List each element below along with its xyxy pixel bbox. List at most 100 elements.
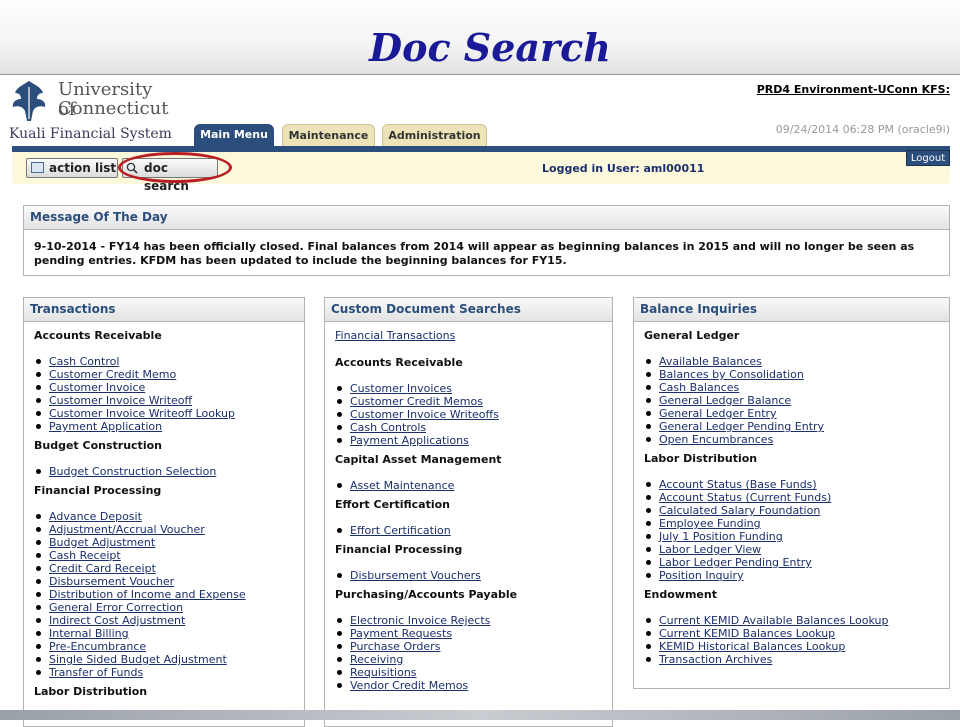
custom-searches-sections: Accounts Receivable Customer Invoices Cust… bbox=[335, 356, 612, 692]
menu-link[interactable]: Employee Funding bbox=[644, 517, 949, 530]
section-heading: Purchasing/Accounts Payable bbox=[335, 588, 518, 601]
menu-link[interactable]: KEMID Historical Balances Lookup bbox=[644, 640, 949, 653]
financial-transactions-link[interactable]: Financial Transactions bbox=[335, 329, 612, 342]
menu-link[interactable]: Customer Credit Memos bbox=[335, 395, 612, 408]
link-list: Cash Control Customer Credit Memo Customer… bbox=[34, 355, 304, 433]
menu-link[interactable]: Customer Invoice Writeoff Lookup bbox=[34, 407, 304, 420]
menu-link[interactable]: Customer Credit Memo bbox=[34, 368, 304, 381]
menu-link[interactable]: Single Sided Budget Adjustment bbox=[34, 653, 304, 666]
custom-document-searches-panel: Custom Document Searches Financial Trans… bbox=[324, 297, 613, 727]
logo-connecticut: Connecticut bbox=[58, 98, 169, 119]
menu-link[interactable]: Electronic Invoice Rejects bbox=[335, 614, 612, 627]
menu-link[interactable]: Open Encumbrances bbox=[644, 433, 949, 446]
menu-link[interactable]: General Error Correction bbox=[34, 601, 304, 614]
menu-link[interactable]: Customer Invoices bbox=[335, 382, 612, 395]
section-heading: Financial Processing bbox=[335, 543, 463, 556]
action-list-button[interactable]: action list bbox=[26, 158, 118, 178]
transactions-title: Transactions bbox=[24, 298, 304, 322]
menu-link[interactable]: Cash Balances bbox=[644, 381, 949, 394]
menu-link[interactable]: Credit Card Receipt bbox=[34, 562, 304, 575]
section-heading: Financial Processing bbox=[34, 484, 162, 497]
menu-link[interactable]: Budget Adjustment bbox=[34, 536, 304, 549]
menu-link[interactable]: Transfer of Funds bbox=[34, 666, 304, 679]
environment-datetime: 09/24/2014 06:28 PM (oracle9i) bbox=[775, 123, 950, 136]
menu-link[interactable]: Advance Deposit bbox=[34, 510, 304, 523]
balance-inquiries-panel: Balance Inquiries General Ledger Availabl… bbox=[633, 297, 950, 689]
menu-link[interactable]: Customer Invoice bbox=[34, 381, 304, 394]
menu-link[interactable]: Receiving bbox=[335, 653, 612, 666]
menu-link[interactable]: Internal Billing bbox=[34, 627, 304, 640]
logout-button[interactable]: Logout bbox=[906, 150, 950, 166]
tab-main-menu[interactable]: Main Menu bbox=[194, 124, 274, 146]
menu-link[interactable]: Labor Ledger View bbox=[644, 543, 949, 556]
menu-link[interactable]: Account Status (Base Funds) bbox=[644, 478, 949, 491]
section-heading: Capital Asset Management bbox=[335, 453, 502, 466]
menu-link[interactable]: Indirect Cost Adjustment bbox=[34, 614, 304, 627]
menu-link[interactable]: Payment Requests bbox=[335, 627, 612, 640]
slide-title: Doc Search bbox=[369, 25, 611, 70]
slide-footer-bar bbox=[0, 710, 960, 720]
link-list: Advance Deposit Adjustment/Accrual Vouche… bbox=[34, 510, 304, 679]
transactions-panel: Transactions Accounts Receivable Cash Con… bbox=[23, 297, 305, 727]
section-heading: Endowment bbox=[644, 588, 717, 601]
menu-link[interactable]: Customer Invoice Writeoffs bbox=[335, 408, 612, 421]
menu-link[interactable]: Adjustment/Accrual Voucher bbox=[34, 523, 304, 536]
menu-link[interactable]: July 1 Position Funding bbox=[644, 530, 949, 543]
menu-link[interactable]: Effort Certification bbox=[335, 524, 612, 537]
tab-administration[interactable]: Administration bbox=[382, 124, 487, 146]
balance-inquiries-title: Balance Inquiries bbox=[634, 298, 949, 322]
link-list: Electronic Invoice Rejects Payment Reques… bbox=[335, 614, 612, 692]
section-heading: Budget Construction bbox=[34, 439, 162, 452]
menu-link[interactable]: Cash Control bbox=[34, 355, 304, 368]
logo-system-name: Kuali Financial System bbox=[9, 126, 172, 142]
menu-link[interactable]: General Ledger Pending Entry bbox=[644, 420, 949, 433]
tab-maintenance[interactable]: Maintenance bbox=[282, 124, 375, 146]
doc-search-highlight bbox=[118, 152, 232, 183]
menu-link[interactable]: Transaction Archives bbox=[644, 653, 949, 666]
menu-link[interactable]: General Ledger Entry bbox=[644, 407, 949, 420]
motd-text: 9-10-2014 - FY14 has been officially clo… bbox=[34, 240, 915, 267]
menu-link[interactable]: Position Inquiry bbox=[644, 569, 949, 582]
menu-link[interactable]: Distribution of Income and Expense bbox=[34, 588, 304, 601]
link-list: Customer Invoices Customer Credit Memos Cu… bbox=[335, 382, 612, 447]
menu-link[interactable]: Requisitions bbox=[335, 666, 612, 679]
menu-link[interactable]: Purchase Orders bbox=[335, 640, 612, 653]
menu-link[interactable]: Disbursement Voucher bbox=[34, 575, 304, 588]
section-heading: Effort Certification bbox=[335, 498, 450, 511]
menu-link[interactable]: Calculated Salary Foundation bbox=[644, 504, 949, 517]
menu-link[interactable]: Pre-Encumbrance bbox=[34, 640, 304, 653]
menu-link[interactable]: Budget Construction Selection bbox=[34, 465, 304, 478]
environment-label: PRD4 Environment-UConn KFS: bbox=[756, 83, 950, 96]
menu-link[interactable]: Balances by Consolidation bbox=[644, 368, 949, 381]
menu-link[interactable]: Account Status (Current Funds) bbox=[644, 491, 949, 504]
custom-searches-body: Financial Transactions Accounts Receivab… bbox=[325, 322, 612, 692]
transactions-body: Accounts Receivable Cash Control Customer … bbox=[24, 322, 304, 699]
section-heading: Accounts Receivable bbox=[335, 356, 463, 369]
uconn-logo: University of Connecticut Kuali Financia… bbox=[6, 77, 172, 149]
custom-searches-title: Custom Document Searches bbox=[325, 298, 612, 322]
menu-link[interactable]: Disbursement Vouchers bbox=[335, 569, 612, 582]
slide-header: Doc Search bbox=[0, 0, 960, 74]
section-heading: Labor Distribution bbox=[34, 685, 148, 698]
menu-link[interactable]: Payment Application bbox=[34, 420, 304, 433]
menu-link[interactable]: Asset Maintenance bbox=[335, 479, 612, 492]
link-list: Disbursement Vouchers bbox=[335, 569, 612, 582]
menu-link[interactable]: Payment Applications bbox=[335, 434, 612, 447]
menu-link[interactable]: Current KEMID Balances Lookup bbox=[644, 627, 949, 640]
link-list: Asset Maintenance bbox=[335, 479, 612, 492]
message-of-the-day: Message Of The Day 9-10-2014 - FY14 has … bbox=[23, 205, 950, 276]
menu-link[interactable]: Cash Receipt bbox=[34, 549, 304, 562]
link-list: Effort Certification bbox=[335, 524, 612, 537]
menu-link[interactable]: Vendor Credit Memos bbox=[335, 679, 612, 692]
section-heading: General Ledger bbox=[644, 329, 740, 342]
menu-link[interactable]: Available Balances bbox=[644, 355, 949, 368]
list-icon bbox=[31, 162, 44, 173]
menu-link[interactable]: Current KEMID Available Balances Lookup bbox=[644, 614, 949, 627]
menu-link[interactable]: Cash Controls bbox=[335, 421, 612, 434]
link-list: Current KEMID Available Balances Lookup C… bbox=[644, 614, 949, 666]
motd-title: Message Of The Day bbox=[24, 206, 949, 230]
menu-link[interactable]: General Ledger Balance bbox=[644, 394, 949, 407]
section-heading: Accounts Receivable bbox=[34, 329, 162, 342]
menu-link[interactable]: Labor Ledger Pending Entry bbox=[644, 556, 949, 569]
menu-link[interactable]: Customer Invoice Writeoff bbox=[34, 394, 304, 407]
